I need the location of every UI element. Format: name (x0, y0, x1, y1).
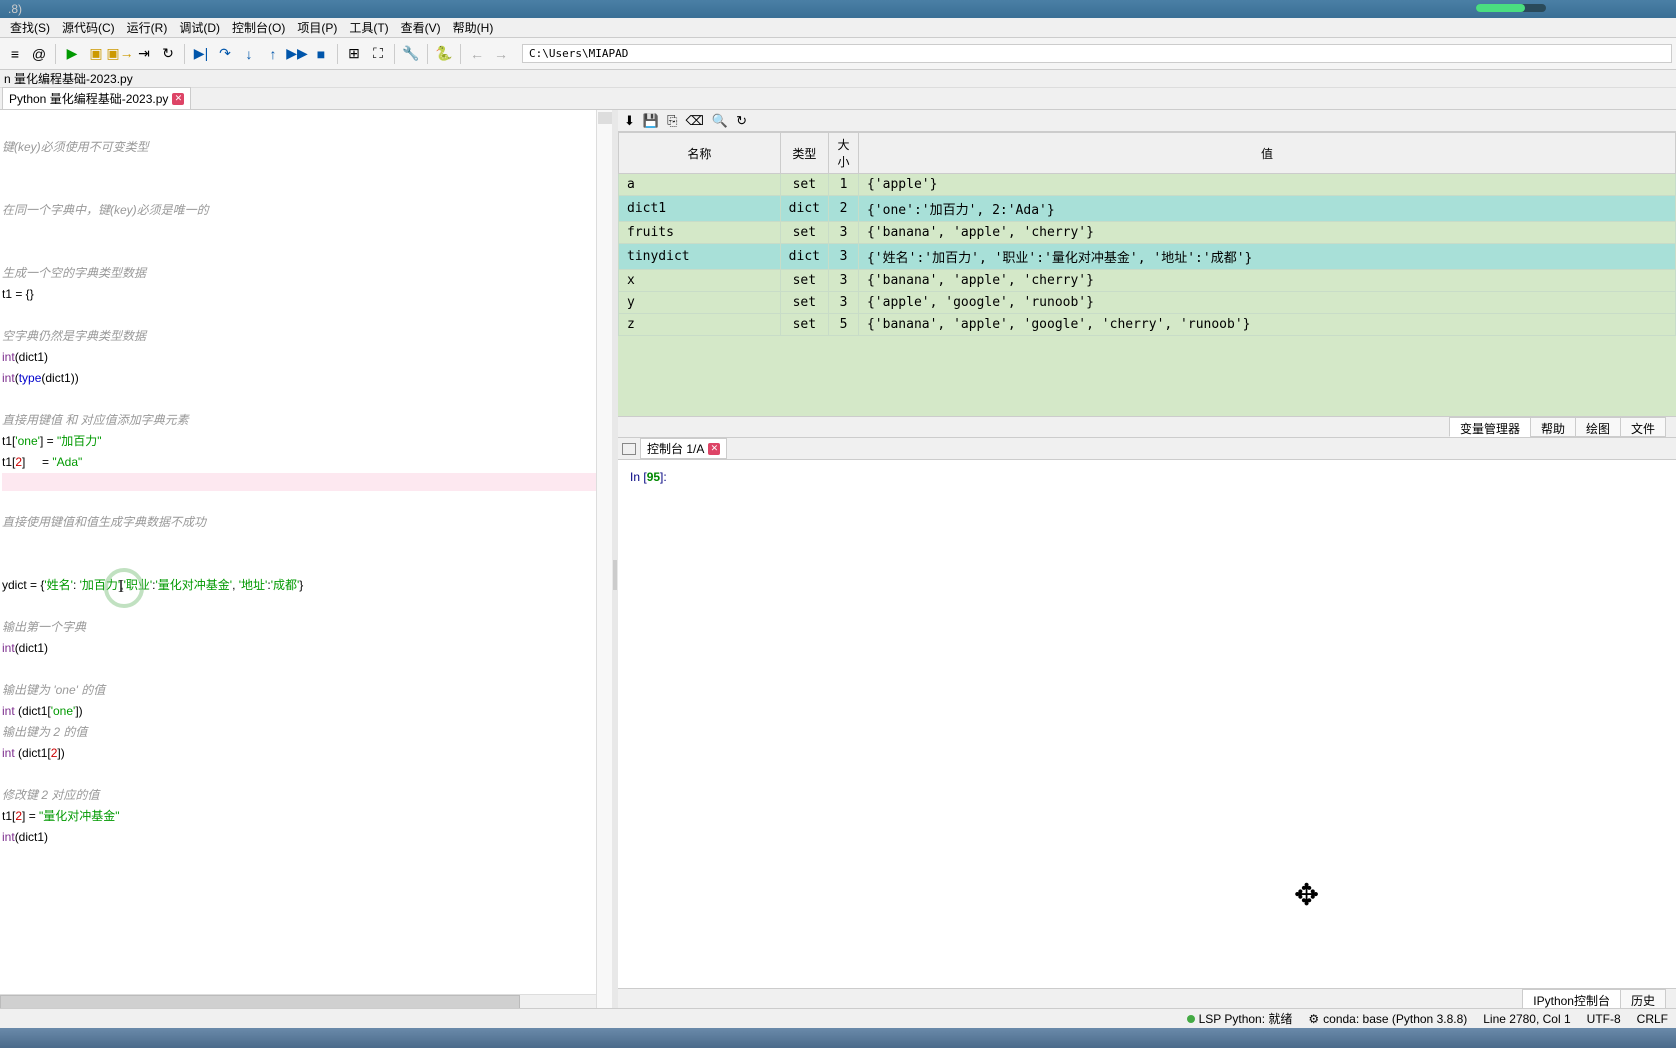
variable-row[interactable]: yset3{'apple', 'google', 'runoob'} (619, 292, 1676, 314)
clear-icon[interactable]: ⌫ (686, 113, 704, 129)
wrench-icon[interactable]: 🔧 (400, 43, 422, 65)
tab-ipython[interactable]: IPython控制台 (1522, 989, 1621, 1010)
inspector-tab-bar: 变量管理器 帮助 绘图 文件 (618, 416, 1676, 438)
list-icon[interactable]: ≡ (4, 43, 26, 65)
console-body[interactable]: In [95]: ✥ (618, 460, 1676, 988)
nav-fwd-icon[interactable]: → (490, 43, 512, 65)
menu-console[interactable]: 控制台(O) (226, 19, 291, 36)
outline-toggle-icon[interactable] (598, 112, 612, 124)
close-console-icon[interactable]: ✕ (708, 443, 720, 455)
import-icon[interactable]: ⬇ (624, 113, 635, 129)
run-selection-icon[interactable]: ⇥ (133, 43, 155, 65)
step-out-icon[interactable]: ↑ (262, 43, 284, 65)
tab-files[interactable]: 文件 (1620, 417, 1666, 437)
menu-project[interactable]: 项目(P) (291, 19, 343, 36)
menu-run[interactable]: 运行(R) (121, 19, 174, 36)
variable-row[interactable]: xset3{'banana', 'apple', 'cherry'} (619, 270, 1676, 292)
status-bar: LSP Python: 就绪 ⚙conda: base (Python 3.8.… (0, 1008, 1676, 1028)
title-text: .8) (8, 2, 22, 16)
menu-view[interactable]: 查看(V) (395, 19, 447, 36)
breadcrumb: n 量化编程基础-2023.py (0, 70, 1676, 88)
tab-history[interactable]: 历史 (1620, 989, 1666, 1010)
console-tab-bar: 控制台 1/A ✕ (618, 438, 1676, 460)
variable-explorer-table: 名称 类型 大小 值 aset1{'apple'}dict1dict2{'one… (618, 132, 1676, 336)
progress-indicator (1476, 4, 1546, 12)
variable-row[interactable]: tinydictdict3{'姓名':'加百力', '职业':'量化对冲基金',… (619, 244, 1676, 270)
col-size[interactable]: 大小 (828, 133, 858, 174)
debug-icon[interactable]: ▶| (190, 43, 212, 65)
console-bottom-tabs: IPython控制台 历史 (618, 988, 1676, 1010)
variable-row[interactable]: fruitsset3{'banana', 'apple', 'cherry'} (619, 222, 1676, 244)
col-type[interactable]: 类型 (780, 133, 828, 174)
status-encoding[interactable]: UTF-8 (1587, 1012, 1621, 1026)
status-eol[interactable]: CRLF (1637, 1012, 1668, 1026)
at-icon[interactable]: @ (28, 43, 50, 65)
menu-tools[interactable]: 工具(T) (343, 19, 394, 36)
status-position: Line 2780, Col 1 (1483, 1012, 1570, 1026)
rerun-icon[interactable]: ↻ (157, 43, 179, 65)
move-cursor-icon: ✥ (1294, 878, 1319, 913)
step-in-icon[interactable]: ↓ (238, 43, 260, 65)
menu-find[interactable]: 查找(S) (4, 19, 56, 36)
menu-debug[interactable]: 调试(D) (173, 19, 226, 36)
variable-row[interactable]: zset5{'banana', 'apple', 'google', 'cher… (619, 314, 1676, 336)
refresh-icon[interactable]: ↻ (736, 113, 747, 129)
status-lsp[interactable]: LSP Python: 就绪 (1187, 1010, 1293, 1027)
step-over-icon[interactable]: ↷ (214, 43, 236, 65)
working-dir-input[interactable] (522, 44, 1672, 63)
run-cell-icon[interactable]: ▣ (85, 43, 107, 65)
close-tab-icon[interactable]: ✕ (172, 93, 184, 105)
copy-icon[interactable]: ⎘ (667, 113, 677, 129)
tab-variables[interactable]: 变量管理器 (1449, 417, 1531, 437)
stop-icon[interactable]: ■ (310, 43, 332, 65)
maximize-icon[interactable]: ⛶ (367, 43, 389, 65)
console-tab[interactable]: 控制台 1/A ✕ (640, 438, 727, 459)
code-editor[interactable]: 键(key)必须使用不可变类型 在同一个字典中，键(key)必须是唯一的 生成一… (0, 110, 612, 1010)
tab-plot[interactable]: 绘图 (1575, 417, 1621, 437)
outline-panel[interactable] (596, 110, 612, 1010)
continue-icon[interactable]: ▶▶ (286, 43, 308, 65)
col-value[interactable]: 值 (858, 133, 1675, 174)
menu-help[interactable]: 帮助(H) (447, 19, 500, 36)
console-icon[interactable] (622, 443, 636, 455)
menu-source[interactable]: 源代码(C) (56, 19, 121, 36)
main-toolbar: ≡ @ ▶ ▣ ▣→ ⇥ ↻ ▶| ↷ ↓ ↑ ▶▶ ■ ⊞ ⛶ 🔧 🐍 ← → (0, 38, 1676, 70)
variable-row[interactable]: dict1dict2{'one':'加百力', 2:'Ada'} (619, 196, 1676, 222)
python-icon[interactable]: 🐍 (433, 43, 455, 65)
variable-toolbar: ⬇ 💾 ⎘ ⌫ 🔍 ↻ (618, 110, 1676, 132)
nav-back-icon[interactable]: ← (466, 43, 488, 65)
scrollbar-thumb[interactable] (0, 995, 520, 1009)
os-taskbar[interactable] (0, 1028, 1676, 1048)
file-tab[interactable]: Python 量化编程基础-2023.py ✕ (2, 87, 191, 109)
window-titlebar: .8) (0, 0, 1676, 18)
run-icon[interactable]: ▶ (61, 43, 83, 65)
tab-help[interactable]: 帮助 (1530, 417, 1576, 437)
search-icon[interactable]: 🔍 (712, 113, 728, 129)
main-menubar: 查找(S) 源代码(C) 运行(R) 调试(D) 控制台(O) 项目(P) 工具… (0, 18, 1676, 38)
run-cell-advance-icon[interactable]: ▣→ (109, 43, 131, 65)
current-line (2, 473, 610, 491)
status-conda[interactable]: ⚙conda: base (Python 3.8.8) (1308, 1012, 1467, 1026)
save-icon[interactable]: 💾 (643, 113, 659, 129)
variable-empty-area (618, 336, 1676, 416)
layout-icon[interactable]: ⊞ (343, 43, 365, 65)
console-pane: 控制台 1/A ✕ In [95]: ✥ IPython控制台 历史 (618, 438, 1676, 1010)
col-name[interactable]: 名称 (619, 133, 781, 174)
variable-row[interactable]: aset1{'apple'} (619, 174, 1676, 196)
editor-tab-bar: Python 量化编程基础-2023.py ✕ (0, 88, 1676, 110)
